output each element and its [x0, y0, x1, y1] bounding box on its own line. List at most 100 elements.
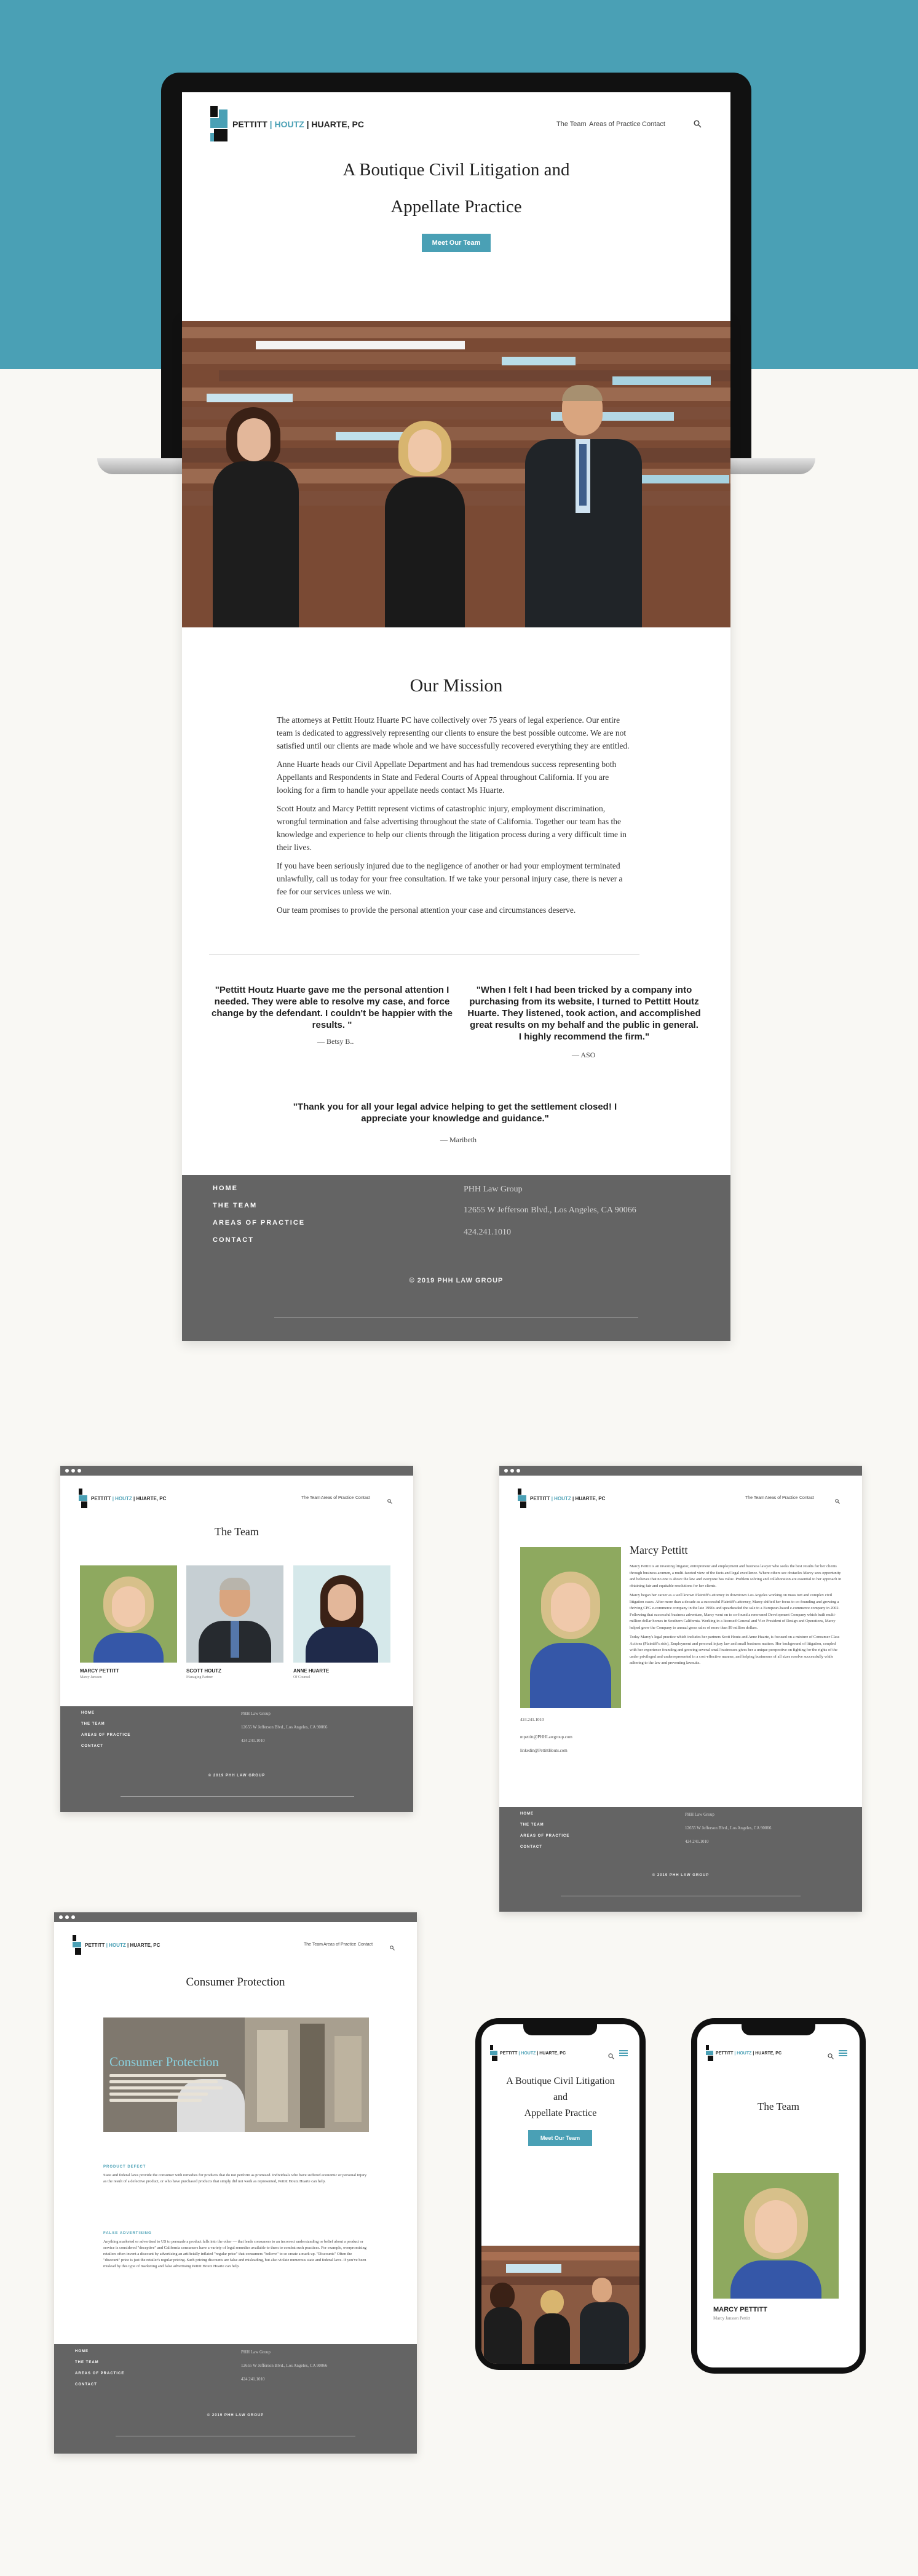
footer-phone[interactable]: 424.241.1010 — [241, 2377, 265, 2382]
meet-our-team-button[interactable]: Meet Our Team — [422, 234, 491, 252]
phone-frame-home: PETTITT | HOUTZ | HUARTE, PC A Boutique … — [475, 2018, 646, 2370]
footer-link-home[interactable]: HOME — [520, 1812, 534, 1816]
member-name[interactable]: ANNE HUARTE — [293, 1668, 329, 1674]
testimonial-quote: "When I felt I had been tricked by a com… — [467, 985, 701, 1042]
search-icon[interactable] — [828, 2050, 834, 2059]
footer-link-home[interactable]: HOME — [75, 2350, 89, 2353]
logo-mark[interactable] — [518, 1489, 526, 1508]
mobile-marcy-photo[interactable] — [713, 2173, 839, 2299]
member-name[interactable]: MARCY PETTITT — [80, 1668, 119, 1674]
footer-address: 12655 W Jefferson Blvd., Los Angeles, CA… — [464, 1206, 636, 1215]
nav-areas-of-practice[interactable]: Areas of Practice — [589, 121, 641, 128]
mobile-meet-team-button[interactable]: Meet Our Team — [528, 2130, 592, 2146]
site-footer — [54, 2344, 417, 2454]
team-page-title: The Team — [215, 1525, 259, 1538]
hamburger-menu-icon[interactable] — [619, 2050, 628, 2056]
nav-areas-of-practice[interactable]: Areas of Practice — [765, 1496, 797, 1500]
nav-contact[interactable]: Contact — [799, 1496, 814, 1500]
nav-team[interactable]: The Team — [304, 1942, 323, 1947]
footer-company: PHH Law Group — [241, 2350, 271, 2355]
mobile-member-role: Marcy Janssen Pettitt — [713, 2316, 750, 2321]
search-icon[interactable] — [835, 1495, 840, 1504]
testimonial-author: — ASO — [572, 1051, 596, 1059]
logo-mark[interactable] — [210, 106, 228, 141]
mission-paragraph: Scott Houtz and Marcy Pettitt represent … — [277, 804, 627, 852]
footer-phone[interactable]: 424.241.1010 — [685, 1839, 709, 1844]
footer-link-team[interactable]: THE TEAM — [213, 1202, 257, 1209]
footer-link-team[interactable]: THE TEAM — [81, 1722, 105, 1726]
mobile-hero-line2: and — [553, 2092, 568, 2102]
phone-notch — [742, 2024, 815, 2035]
footer-address: 12655 W Jefferson Blvd., Los Angeles, CA… — [685, 1826, 772, 1831]
phone-screen: PETTITT | HOUTZ | HUARTE, PC A Boutique … — [481, 2024, 639, 2364]
footer-link-areas[interactable]: AREAS OF PRACTICE — [213, 1219, 305, 1226]
logo-wordmark[interactable]: PETTITT | HOUTZ | HUARTE, PC — [232, 119, 364, 129]
bio-paragraph: Marcy Pettitt is an investing litigator,… — [630, 1564, 842, 1588]
mission-body: The attorneys at Pettitt Houtz Huarte PC… — [277, 714, 633, 916]
footer-copyright: © 2019 PHH LAW GROUP — [652, 1874, 710, 1877]
mission-title: Our Mission — [410, 675, 503, 696]
mobile-hero-photo — [481, 2246, 639, 2364]
footer-phone[interactable]: 424.241.1010 — [464, 1228, 511, 1238]
footer-phone[interactable]: 424.241.1010 — [241, 1738, 265, 1743]
nav-contact[interactable]: Contact — [358, 1942, 373, 1947]
mobile-member-name[interactable]: MARCY PETTITT — [713, 2306, 767, 2313]
search-icon[interactable] — [390, 1941, 395, 1950]
footer-company: PHH Law Group — [685, 1812, 714, 1817]
footer-link-areas[interactable]: AREAS OF PRACTICE — [81, 1733, 130, 1737]
nav-contact[interactable]: Contact — [355, 1496, 370, 1500]
member-role: Of Counsel — [293, 1676, 311, 1679]
anne-photo[interactable] — [293, 1565, 390, 1663]
footer-copyright: © 2019 PHH LAW GROUP — [207, 2414, 264, 2417]
logo-wordmark[interactable]: PETTITT | HOUTZ | HUARTE, PC — [530, 1496, 605, 1501]
footer-link-contact[interactable]: CONTACT — [81, 1744, 103, 1748]
team-hero-photo — [182, 321, 730, 627]
logo-mark[interactable] — [490, 2045, 497, 2061]
nav-team[interactable]: The Team — [745, 1496, 764, 1500]
phone-frame-team: PETTITT | HOUTZ | HUARTE, PC The Team MA… — [691, 2018, 866, 2374]
marcy-photo[interactable] — [80, 1565, 177, 1663]
footer-company: PHH Law Group — [464, 1185, 523, 1194]
search-icon[interactable] — [387, 1495, 392, 1504]
logo-wordmark[interactable]: PETTITT | HOUTZ | HUARTE, PC — [500, 2051, 566, 2056]
logo-mark[interactable] — [79, 1489, 87, 1508]
site-footer — [182, 1175, 730, 1341]
footer-rule — [121, 1796, 354, 1797]
nav-contact[interactable]: Contact — [642, 121, 665, 128]
footer-link-areas[interactable]: AREAS OF PRACTICE — [75, 2372, 124, 2375]
hamburger-menu-icon[interactable] — [839, 2050, 847, 2056]
scott-photo[interactable] — [186, 1565, 283, 1663]
footer-company: PHH Law Group — [241, 1711, 271, 1716]
search-icon[interactable] — [608, 2050, 614, 2059]
false-advertising-label: FALSE ADVERTISING — [103, 2232, 152, 2235]
bio-email[interactable]: mpettitt@PHHLawgroup.com — [520, 1735, 572, 1739]
member-name[interactable]: SCOTT HOUTZ — [186, 1668, 221, 1674]
marcy-portrait — [520, 1547, 621, 1708]
mobile-team-title: The Team — [758, 2101, 799, 2112]
footer-link-contact[interactable]: CONTACT — [520, 1845, 542, 1849]
footer-link-team[interactable]: THE TEAM — [75, 2361, 99, 2364]
footer-copyright: © 2019 PHH LAW GROUP — [208, 1774, 266, 1778]
bio-phone[interactable]: 424.241.1010 — [520, 1717, 544, 1722]
nav-team[interactable]: The Team — [556, 121, 587, 128]
logo-wordmark[interactable]: PETTITT | HOUTZ | HUARTE, PC — [716, 2051, 781, 2056]
footer-link-areas[interactable]: AREAS OF PRACTICE — [520, 1834, 569, 1838]
bio-linkedin[interactable]: linkedin@PettittHouts.com — [520, 1748, 568, 1753]
nav-areas-of-practice[interactable]: Areas of Practice — [323, 1942, 356, 1947]
banner-text-lines — [109, 2074, 232, 2105]
logo-wordmark[interactable]: PETTITT | HOUTZ | HUARTE, PC — [91, 1496, 166, 1501]
footer-link-contact[interactable]: CONTACT — [75, 2383, 97, 2387]
phone-screen: PETTITT | HOUTZ | HUARTE, PC The Team MA… — [697, 2024, 860, 2367]
search-icon[interactable] — [694, 119, 702, 128]
footer-link-contact[interactable]: CONTACT — [213, 1236, 254, 1244]
logo-mark[interactable] — [706, 2045, 713, 2061]
nav-areas-of-practice[interactable]: Areas of Practice — [321, 1496, 354, 1500]
logo-wordmark[interactable]: PETTITT | HOUTZ | HUARTE, PC — [85, 1942, 160, 1948]
logo-mark[interactable] — [73, 1935, 81, 1955]
footer-link-home[interactable]: HOME — [81, 1711, 95, 1715]
footer-link-home[interactable]: HOME — [213, 1185, 238, 1192]
divider — [209, 954, 639, 955]
false-advertising-text: Anything marketed or advertised to US to… — [103, 2240, 367, 2268]
footer-link-team[interactable]: THE TEAM — [520, 1823, 544, 1827]
nav-team[interactable]: The Team — [301, 1496, 320, 1500]
